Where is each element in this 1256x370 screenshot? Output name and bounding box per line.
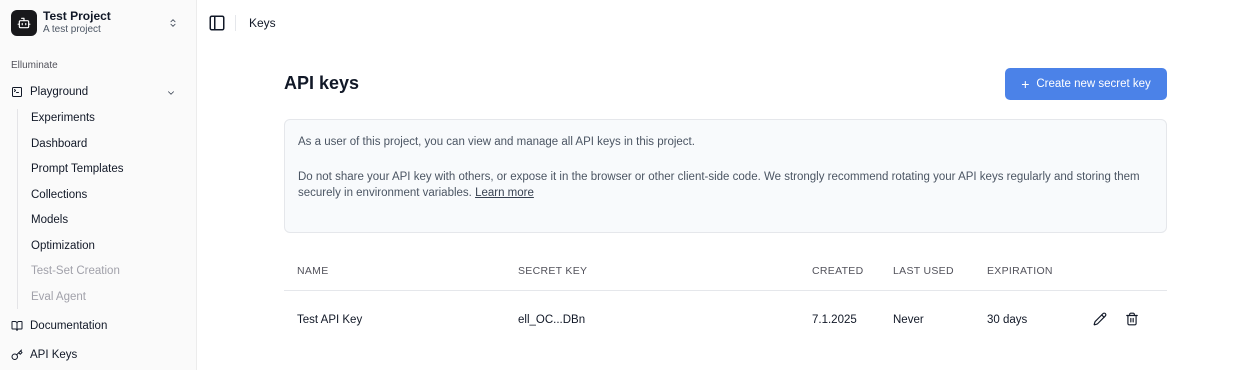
sidebar-item-test-set-creation: Test-Set Creation	[31, 265, 120, 277]
pencil-icon[interactable]	[1093, 312, 1107, 326]
table-header-divider	[284, 290, 1167, 291]
sidebar-item-label: API Keys	[30, 349, 78, 361]
sidebar-item-optimization[interactable]: Optimization	[31, 240, 95, 252]
book-icon	[11, 321, 23, 331]
sidebar-item-dashboard[interactable]: Dashboard	[31, 138, 87, 150]
sidebar-item-playground[interactable]: Playground	[11, 86, 88, 98]
sidebar-item-collections[interactable]: Collections	[31, 189, 87, 201]
info-text-2: Do not share your API key with others, o…	[298, 171, 1140, 199]
sidebar-toggle-icon[interactable]	[208, 14, 226, 32]
column-header-created: CREATED	[812, 265, 864, 277]
project-switcher[interactable]: Test Project A test project	[11, 9, 187, 37]
sidebar-item-models[interactable]: Models	[31, 214, 68, 226]
cell-expiration: 30 days	[987, 314, 1028, 326]
terminal-icon	[12, 87, 22, 97]
project-description: A test project	[43, 24, 101, 35]
key-icon	[11, 349, 23, 360]
chevron-down-icon[interactable]	[166, 88, 176, 98]
topbar-divider	[235, 15, 236, 31]
trash-icon[interactable]	[1125, 312, 1139, 326]
breadcrumb: Keys	[249, 16, 276, 30]
sidebar-item-experiments[interactable]: Experiments	[31, 112, 95, 124]
sidebar-item-documentation[interactable]: Documentation	[11, 320, 107, 332]
info-text-1: As a user of this project, you can view …	[298, 136, 695, 148]
sidebar-item-eval-agent: Eval Agent	[31, 291, 86, 303]
column-header-name: NAME	[297, 265, 329, 277]
info-box: As a user of this project, you can view …	[284, 119, 1167, 233]
cell-last-used: Never	[893, 314, 924, 326]
page-title: API keys	[284, 73, 360, 93]
sidebar-item-api-keys[interactable]: API Keys	[11, 349, 77, 361]
column-header-expiration: EXPIRATION	[987, 265, 1053, 277]
column-header-last-used: LAST USED	[893, 265, 954, 277]
cell-created: 7.1.2025	[812, 314, 857, 326]
sidebar: Test Project A test project Elluminate P…	[0, 0, 197, 370]
cell-secret-key: ell_OC...DBn	[518, 314, 586, 326]
project-name: Test Project	[43, 9, 111, 23]
column-header-secret-key: SECRET KEY	[518, 265, 588, 277]
chevrons-up-down-icon	[170, 19, 176, 27]
learn-more-link[interactable]: Learn more	[475, 187, 534, 199]
cell-name: Test API Key	[297, 314, 363, 326]
create-button-label: Create new secret key	[1036, 78, 1151, 90]
plus-icon: +	[1021, 76, 1030, 92]
bot-icon	[11, 10, 37, 36]
sidebar-item-label: Playground	[30, 86, 89, 98]
sidebar-item-label: Documentation	[30, 320, 108, 332]
submenu-guide-line	[17, 109, 18, 309]
create-secret-key-button[interactable]: + Create new secret key	[1005, 68, 1167, 100]
sidebar-section-label: Elluminate	[11, 60, 58, 71]
sidebar-item-prompt-templates[interactable]: Prompt Templates	[31, 163, 123, 175]
